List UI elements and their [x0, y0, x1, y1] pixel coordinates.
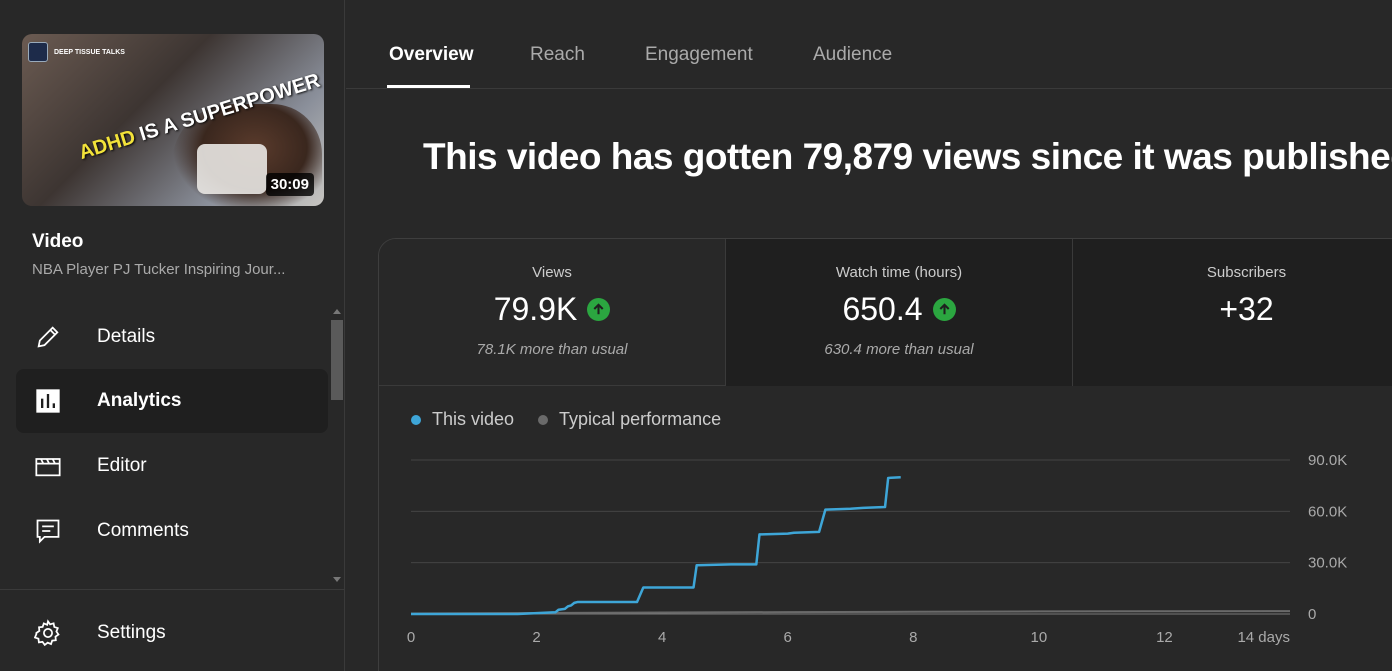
y-tick-label: 60.0K — [1308, 503, 1347, 520]
y-tick-label: 0 — [1308, 606, 1316, 623]
thumbnail-brand: DEEP TISSUE TALKS — [28, 42, 125, 62]
scroll-down-arrow-icon[interactable] — [333, 577, 341, 582]
x-tick-label: 2 — [532, 629, 540, 646]
views-chart[interactable]: 0 30.0K 60.0K 90.0K 0 2 4 6 8 10 12 14 days — [400, 445, 1392, 665]
video-thumbnail[interactable]: DEEP TISSUE TALKS ADHD IS A SUPERPOWER !… — [22, 34, 324, 206]
series-line-this-video — [411, 476, 901, 616]
metric-value-row: 650.4 — [726, 291, 1072, 328]
sidebar-item-label: Details — [97, 326, 156, 347]
x-tick-label: 6 — [784, 629, 792, 646]
metric-label: Views — [532, 264, 572, 281]
metric-value: 650.4 — [842, 291, 923, 327]
sidebar-item-editor[interactable]: Editor — [16, 434, 328, 498]
legend-item-this-video[interactable]: This video — [411, 409, 514, 430]
sidebar-item-label: Comments — [97, 520, 189, 541]
comment-icon — [16, 517, 80, 545]
legend-dot — [538, 414, 549, 425]
thumbnail-brand-text: DEEP TISSUE TALKS — [54, 48, 125, 56]
active-tab-indicator — [387, 85, 470, 88]
legend-label: Typical performance — [559, 409, 722, 429]
tab-overview[interactable]: Overview — [389, 44, 474, 66]
legend-item-typical[interactable]: Typical performance — [538, 409, 721, 430]
x-tick-label: 14 days — [1237, 629, 1290, 646]
sidebar: DEEP TISSUE TALKS ADHD IS A SUPERPOWER !… — [0, 0, 345, 671]
y-tick-label: 90.0K — [1308, 452, 1347, 469]
legend-label: This video — [432, 409, 515, 429]
tab-reach[interactable]: Reach — [530, 44, 585, 66]
sidebar-item-settings[interactable]: Settings — [16, 601, 328, 665]
chart-legend: This video Typical performance — [411, 409, 745, 430]
x-tick-label: 4 — [658, 629, 666, 646]
x-tick-label: 8 — [909, 629, 917, 646]
metric-views[interactable]: Views 79.9K 78.1K more than usual — [379, 239, 726, 386]
sidebar-item-label: Analytics — [97, 390, 182, 411]
sidebar-item-details[interactable]: Details — [16, 305, 328, 369]
sidebar-item-analytics[interactable]: Analytics — [16, 369, 328, 433]
sidebar-item-settings-label: Settings — [97, 622, 166, 643]
tab-engagement[interactable]: Engagement — [645, 44, 753, 66]
metric-subscribers[interactable]: Subscribers +32 — [1073, 239, 1392, 386]
brand-logo-icon — [28, 42, 48, 62]
pencil-icon — [16, 323, 80, 351]
metric-value-row: +32 — [1073, 291, 1392, 328]
metric-value-row: 79.9K — [379, 291, 725, 328]
metric-label: Watch time (hours) — [835, 264, 963, 281]
video-title[interactable]: NBA Player PJ Tucker Inspiring Jour... — [32, 261, 312, 278]
sidebar-item-comments[interactable]: Comments — [16, 499, 328, 563]
y-tick-label: 30.0K — [1308, 555, 1347, 572]
thumbnail-shirt — [197, 144, 267, 194]
metric-value: +32 — [1219, 291, 1274, 327]
metric-watch-time[interactable]: Watch time (hours) 650.4 630.4 more than… — [726, 239, 1073, 386]
tab-audience[interactable]: Audience — [813, 44, 892, 66]
trend-up-icon — [932, 298, 956, 321]
sidebar-item-label: Editor — [97, 455, 147, 476]
x-tick-label: 10 — [1031, 629, 1048, 646]
metric-label: Subscribers — [1206, 264, 1287, 281]
trend-up-icon — [587, 298, 611, 321]
sidebar-scroll-thumb[interactable] — [331, 320, 343, 400]
sidebar-divider — [0, 589, 345, 590]
x-tick-label: 0 — [407, 629, 415, 646]
metric-value: 79.9K — [493, 291, 578, 327]
gear-icon — [16, 619, 80, 647]
x-tick-label: 12 — [1156, 629, 1173, 646]
video-duration: 30:09 — [265, 173, 314, 196]
analytics-icon — [16, 387, 80, 415]
video-label: Video — [32, 231, 84, 252]
clapperboard-icon — [16, 452, 80, 480]
metric-comparison: 78.1K more than usual — [476, 341, 628, 358]
legend-dot — [411, 414, 421, 425]
thumbnail-headline-highlight: ADHD — [76, 126, 139, 164]
page-headline: This video has gotten 79,879 views since… — [423, 136, 1392, 177]
metric-comparison: 630.4 more than usual — [824, 341, 974, 358]
scroll-up-arrow-icon[interactable] — [333, 309, 341, 314]
